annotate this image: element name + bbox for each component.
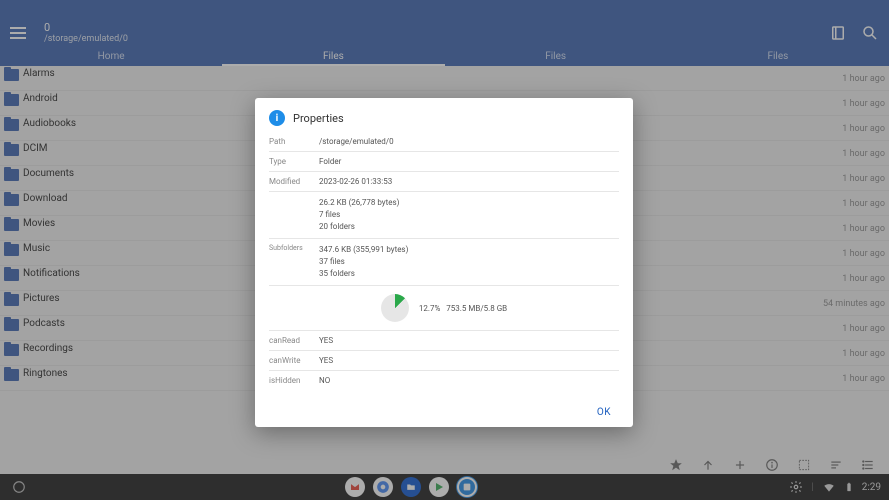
- ok-button[interactable]: OK: [589, 403, 619, 422]
- info-badge-icon: i: [269, 110, 285, 126]
- properties-dialog: i Properties Path/storage/emulated/0 Typ…: [255, 98, 633, 427]
- storage-pie-chart: [381, 294, 409, 322]
- dialog-title: Properties: [293, 112, 344, 125]
